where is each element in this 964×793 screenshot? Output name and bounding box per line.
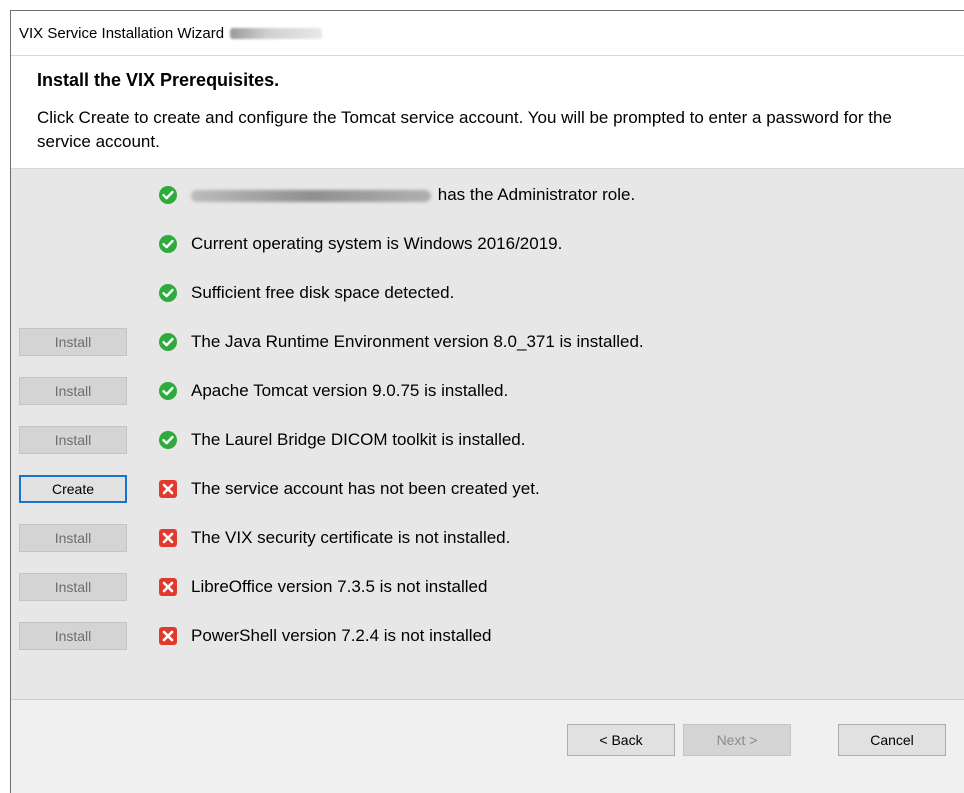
install-dicom-button[interactable]: Install xyxy=(19,426,127,454)
list-item-disk-space: Sufficient free disk space detected. xyxy=(11,278,964,308)
check-icon xyxy=(159,235,177,253)
footer-divider xyxy=(11,699,964,700)
redacted-title-suffix xyxy=(230,27,323,39)
list-item-java: Install The Java Runtime Environment ver… xyxy=(11,327,964,357)
install-certificate-button[interactable]: Install xyxy=(19,524,127,552)
list-item-admin-role: has the Administrator role. xyxy=(11,180,964,210)
item-label: The service account has not been created… xyxy=(191,479,540,498)
install-powershell-button[interactable]: Install xyxy=(19,622,127,650)
item-label: The Java Runtime Environment version 8.0… xyxy=(191,332,644,351)
install-libreoffice-button[interactable]: Install xyxy=(19,573,127,601)
list-item-service-account: Create The service account has not been … xyxy=(11,474,964,504)
list-item-os-check: Current operating system is Windows 2016… xyxy=(11,229,964,259)
wizard-window: VIX Service Installation Wizard Install … xyxy=(10,10,964,793)
window-title: VIX Service Installation Wizard xyxy=(19,24,225,42)
error-x-icon xyxy=(159,529,177,547)
check-icon xyxy=(159,186,177,204)
create-service-account-button[interactable]: Create xyxy=(19,475,127,503)
item-label: The Laurel Bridge DICOM toolkit is insta… xyxy=(191,430,526,449)
item-label: has the Administrator role. xyxy=(437,185,636,204)
item-label: Current operating system is Windows 2016… xyxy=(191,234,563,253)
item-label: Sufficient free disk space detected. xyxy=(191,283,455,302)
back-button[interactable]: < Back xyxy=(567,724,675,756)
list-item-dicom-toolkit: Install The Laurel Bridge DICOM toolkit … xyxy=(11,425,964,455)
check-icon xyxy=(159,284,177,302)
prerequisites-list: has the Administrator role. Current oper… xyxy=(11,169,964,699)
item-label: PowerShell version 7.2.4 is not installe… xyxy=(191,626,492,645)
error-x-icon xyxy=(159,578,177,596)
cancel-button[interactable]: Cancel xyxy=(838,724,946,756)
list-item-tomcat: Install Apache Tomcat version 9.0.75 is … xyxy=(11,376,964,406)
wizard-header: Install the VIX Prerequisites. Click Cre… xyxy=(11,56,964,169)
page-description: Click Create to create and configure the… xyxy=(37,108,892,151)
title-bar: VIX Service Installation Wizard xyxy=(11,11,964,56)
install-tomcat-button[interactable]: Install xyxy=(19,377,127,405)
list-item-powershell: Install PowerShell version 7.2.4 is not … xyxy=(11,621,964,651)
list-item-libreoffice: Install LibreOffice version 7.3.5 is not… xyxy=(11,572,964,602)
error-x-icon xyxy=(159,627,177,645)
item-label: The VIX security certificate is not inst… xyxy=(191,528,511,547)
error-x-icon xyxy=(159,480,177,498)
page-title: Install the VIX Prerequisites. xyxy=(37,70,280,90)
next-button[interactable]: Next > xyxy=(683,724,791,756)
install-java-button[interactable]: Install xyxy=(19,328,127,356)
item-label: Apache Tomcat version 9.0.75 is installe… xyxy=(191,381,509,400)
item-label: LibreOffice version 7.3.5 is not install… xyxy=(191,577,488,596)
redacted-username xyxy=(191,189,431,202)
check-icon xyxy=(159,382,177,400)
check-icon xyxy=(159,333,177,351)
check-icon xyxy=(159,431,177,449)
list-item-security-certificate: Install The VIX security certificate is … xyxy=(11,523,964,553)
